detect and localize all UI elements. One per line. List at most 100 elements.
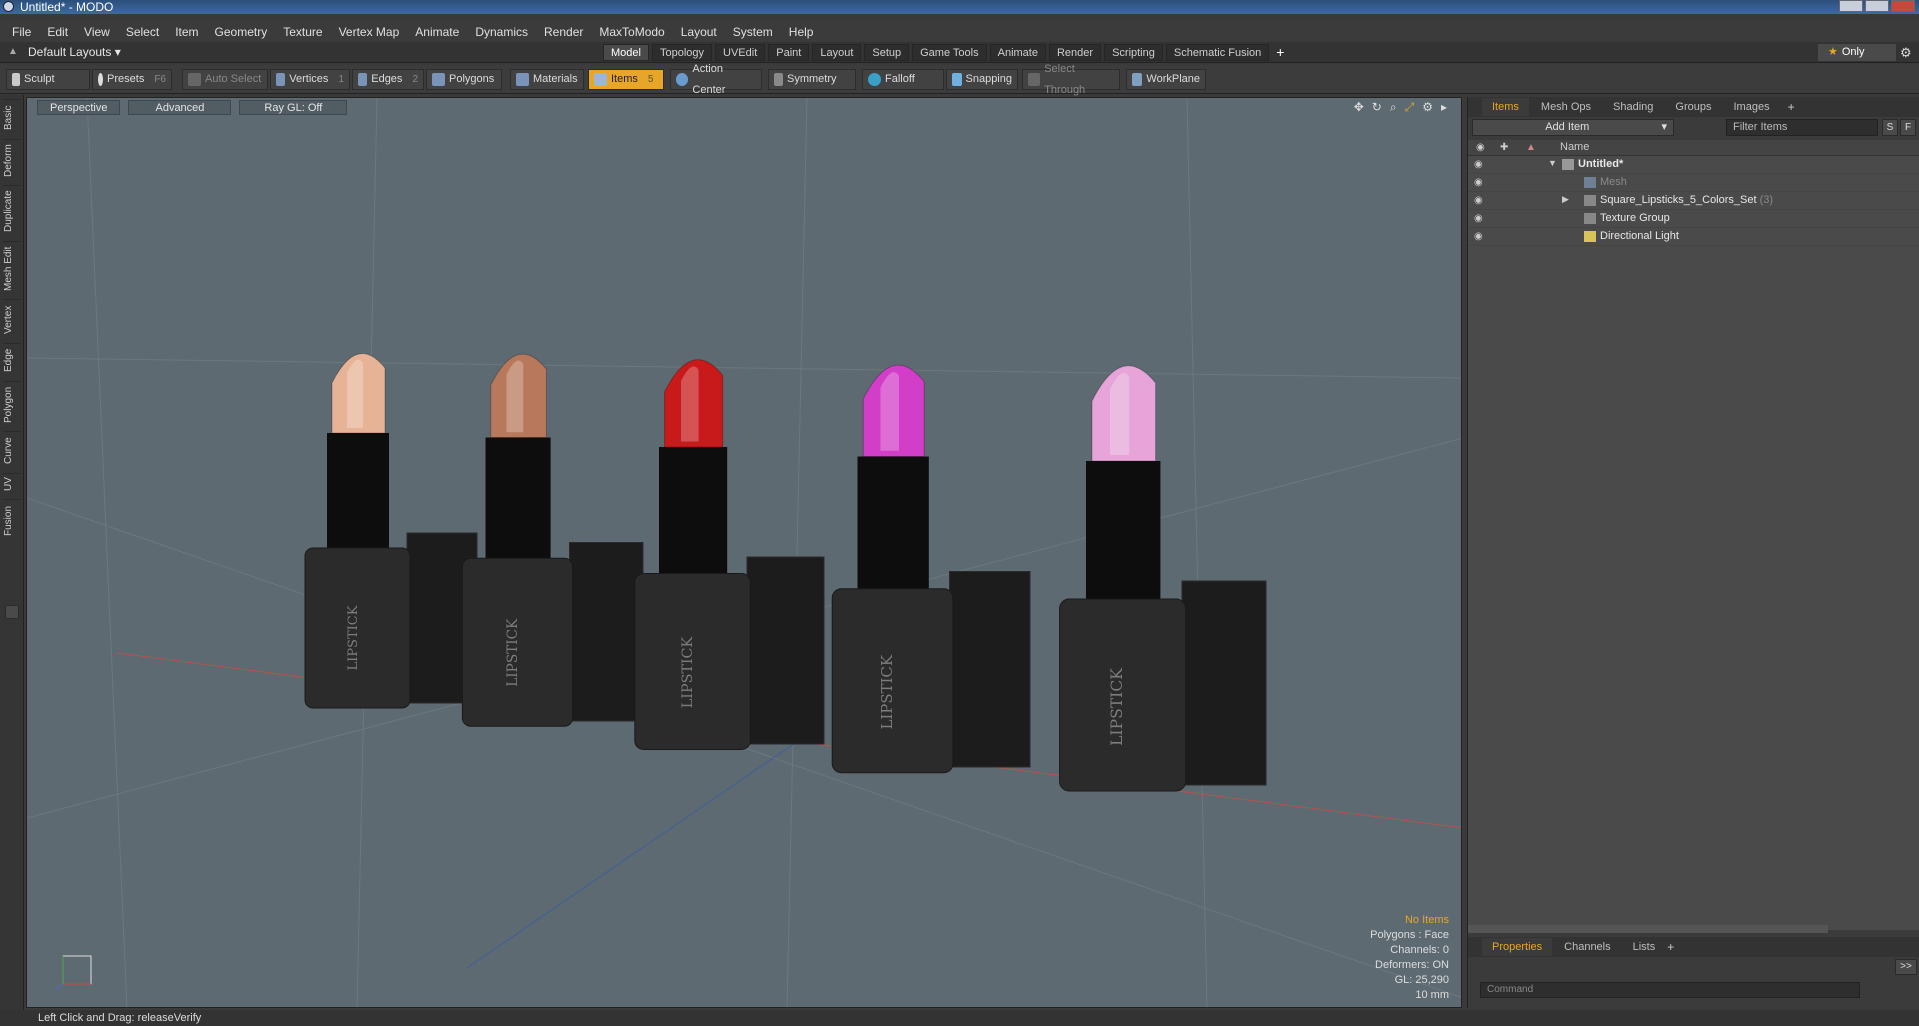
menu-render[interactable]: Render (536, 25, 591, 39)
menu-layout[interactable]: Layout (673, 25, 725, 39)
collapse-arrow-icon[interactable]: ▼ (1548, 158, 1557, 168)
add-tab-icon[interactable]: + (1272, 44, 1288, 61)
menu-vertex-map[interactable]: Vertex Map (331, 25, 408, 39)
s-filter-button[interactable]: S (1882, 119, 1898, 136)
menu-geometry[interactable]: Geometry (207, 25, 276, 39)
tab-vertex[interactable]: Vertex (3, 299, 21, 339)
tab-curve[interactable]: Curve (3, 431, 21, 469)
menu-item[interactable]: Item (167, 25, 206, 39)
collapse-up-icon[interactable]: ▲ (8, 46, 18, 57)
tab-basic[interactable]: Basic (3, 99, 21, 135)
edges-button[interactable]: Edges 2 (352, 69, 424, 90)
tree-horizontal-scrollbar[interactable] (1468, 925, 1828, 933)
filter-items-input[interactable]: Filter Items (1726, 119, 1878, 136)
viewport-menu-icon[interactable]: ▸ (1441, 100, 1447, 115)
select-through-button[interactable]: Select Through (1022, 63, 1120, 96)
perspective-dropdown[interactable]: Perspective (37, 99, 121, 115)
gear-icon[interactable]: ⚙ (1900, 45, 1912, 61)
only-toggle[interactable]: ★ Only (1818, 44, 1896, 61)
menu-help[interactable]: Help (781, 25, 822, 39)
menu-select[interactable]: Select (118, 25, 167, 39)
tree-row-mesh[interactable]: ◉ Mesh (1468, 174, 1919, 192)
modo-app-icon (3, 1, 14, 12)
materials-button[interactable]: Materials (510, 69, 584, 90)
raygl-dropdown[interactable]: Ray GL: Off (239, 99, 348, 115)
minimize-button[interactable] (1839, 0, 1863, 12)
items-button[interactable]: Items 5 (588, 69, 664, 90)
menu-animate[interactable]: Animate (407, 25, 467, 39)
tab-mesh-edit[interactable]: Mesh Edit (3, 241, 21, 295)
tab-mesh-ops[interactable]: Mesh Ops (1531, 98, 1601, 116)
tree-row-untitled[interactable]: ◉ ▼ Untitled* (1468, 156, 1919, 174)
tab-uv[interactable]: UV (3, 473, 21, 495)
menu-texture[interactable]: Texture (275, 25, 330, 39)
items-panel-tabs: Items Mesh Ops Shading Groups Images + (1468, 97, 1919, 117)
tab-model[interactable]: Model (603, 44, 649, 61)
eye-icon[interactable]: ◉ (1474, 195, 1488, 206)
add-properties-tab-icon[interactable]: + (1667, 940, 1674, 954)
f-filter-button[interactable]: F (1900, 119, 1916, 136)
tab-properties[interactable]: Properties (1482, 938, 1553, 956)
menu-view[interactable]: View (76, 25, 118, 39)
tab-groups[interactable]: Groups (1665, 98, 1721, 116)
tab-edge[interactable]: Edge (3, 343, 21, 377)
tab-fusion[interactable]: Fusion (3, 499, 21, 541)
fit-view-icon[interactable]: ⤢ (1405, 100, 1415, 115)
snapping-button[interactable]: Snapping (946, 69, 1018, 90)
tab-paint[interactable]: Paint (768, 44, 810, 61)
menu-dynamics[interactable]: Dynamics (467, 25, 536, 39)
zoom-view-icon[interactable]: ⌕ (1390, 100, 1397, 115)
polygons-button[interactable]: Polygons (426, 69, 502, 90)
tab-shading[interactable]: Shading (1603, 98, 1663, 116)
menu-file[interactable]: File (4, 25, 39, 39)
add-item-dropdown[interactable]: Add Item ▾ (1472, 119, 1674, 136)
maximize-button[interactable] (1865, 0, 1889, 12)
add-panel-tab-icon[interactable]: + (1782, 100, 1801, 114)
rotate-view-icon[interactable]: ↻ (1372, 100, 1382, 115)
name-column-header[interactable]: Name (1560, 141, 1589, 153)
tab-game-tools[interactable]: Game Tools (912, 44, 987, 61)
eye-icon[interactable]: ◉ (1474, 231, 1488, 242)
presets-button[interactable]: Presets F6 (92, 69, 172, 90)
tab-lists[interactable]: Lists (1623, 938, 1666, 956)
expand-arrow-icon[interactable]: ▶ (1562, 194, 1569, 205)
tab-channels[interactable]: Channels (1554, 938, 1620, 956)
vertices-button[interactable]: Vertices 1 (270, 69, 350, 90)
symmetry-button[interactable]: Symmetry (768, 69, 856, 90)
tab-deform[interactable]: Deform (3, 139, 21, 181)
menu-system[interactable]: System (725, 25, 781, 39)
menu-edit[interactable]: Edit (39, 25, 76, 39)
command-input[interactable]: Command (1480, 982, 1860, 998)
eye-icon[interactable]: ◉ (1474, 159, 1488, 170)
panel-toggle-button[interactable] (5, 605, 19, 619)
tab-layout[interactable]: Layout (812, 44, 862, 61)
tab-animate[interactable]: Animate (989, 44, 1046, 61)
tab-schematic-fusion[interactable]: Schematic Fusion (1165, 44, 1270, 61)
action-center-button[interactable]: Action Center (670, 63, 762, 96)
tab-polygon[interactable]: Polygon (3, 381, 21, 427)
advanced-dropdown[interactable]: Advanced (128, 99, 232, 115)
workplane-button[interactable]: WorkPlane (1126, 69, 1206, 90)
tab-images[interactable]: Images (1724, 98, 1780, 116)
tab-duplicate[interactable]: Duplicate (3, 185, 21, 237)
falloff-button[interactable]: Falloff (862, 69, 944, 90)
3d-viewport[interactable]: LIPSTICK LIPSTICK LIPSTICK LIPSTICK LIPSTICK… (26, 97, 1462, 1008)
lipstick-label: LIPSTICK (346, 605, 361, 670)
layouts-dropdown[interactable]: Default Layouts ▾ (28, 45, 121, 59)
sculpt-button[interactable]: Sculpt (6, 69, 90, 90)
tab-items[interactable]: Items (1482, 98, 1529, 116)
tree-row-texture-group[interactable]: ◉ Texture Group (1468, 210, 1919, 228)
menu-maxtomodo[interactable]: MaxToModo (591, 25, 672, 39)
tree-label-lipsticks-set: Square_Lipsticks_5_Colors_Set (3) (1600, 194, 1774, 206)
tree-row-lipsticks-set[interactable]: ◉ ▶ Square_Lipsticks_5_Colors_Set (3) (1468, 192, 1919, 210)
eye-icon[interactable]: ◉ (1474, 177, 1488, 188)
close-button[interactable] (1891, 0, 1915, 12)
tree-row-directional-light[interactable]: ◉ Directional Light (1468, 228, 1919, 246)
viewport-settings-icon[interactable]: ⚙ (1422, 100, 1433, 115)
auto-select-button[interactable]: Auto Select (182, 69, 268, 90)
expand-properties-button[interactable]: >> (1895, 959, 1917, 975)
eye-icon[interactable]: ◉ (1474, 213, 1488, 224)
left-tool-tabs: Basic Deform Duplicate Mesh Edit Vertex … (0, 95, 24, 1015)
move-view-icon[interactable]: ✥ (1354, 100, 1364, 115)
tab-setup[interactable]: Setup (864, 44, 910, 61)
